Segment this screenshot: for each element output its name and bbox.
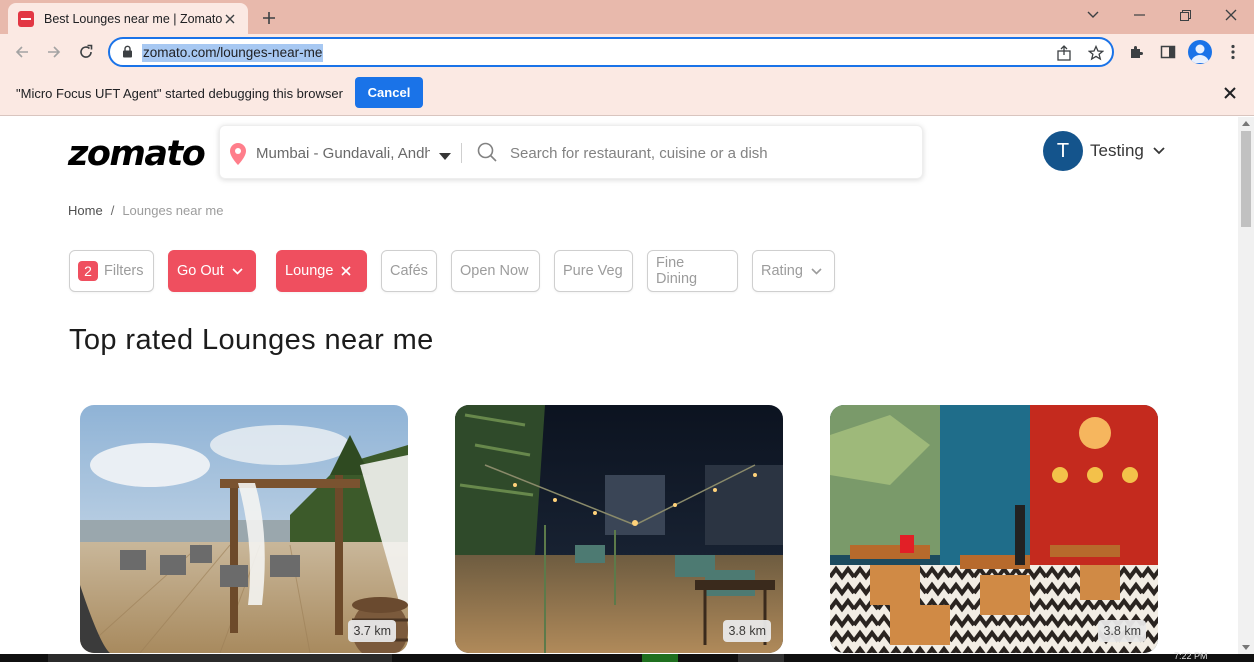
tab-title: Best Lounges near me | Zomato bbox=[44, 11, 222, 26]
restaurant-image[interactable] bbox=[455, 405, 783, 653]
search-divider bbox=[461, 143, 462, 163]
taskbar-item[interactable] bbox=[738, 654, 784, 662]
user-avatar[interactable]: T bbox=[1043, 131, 1083, 171]
browser-tab[interactable]: Best Lounges near me | Zomato bbox=[8, 3, 248, 34]
open-now-filter[interactable]: Open Now bbox=[451, 250, 540, 292]
search-bar: Mumbai - Gundavali, Andh bbox=[219, 125, 923, 179]
go-out-label: Go Out bbox=[177, 263, 224, 279]
debugging-message: "Micro Focus UFT Agent" started debuggin… bbox=[16, 86, 343, 101]
distance-badge: 3.8 km bbox=[723, 620, 771, 642]
user-menu-chevron-icon[interactable] bbox=[1153, 142, 1165, 160]
cafes-filter[interactable]: Cafés bbox=[381, 250, 437, 292]
tab-close-icon[interactable] bbox=[222, 11, 238, 27]
back-icon[interactable] bbox=[9, 39, 35, 65]
side-panel-icon[interactable] bbox=[1157, 41, 1179, 63]
restaurant-card[interactable]: 3.7 km bbox=[80, 405, 408, 653]
minimize-icon[interactable] bbox=[1116, 0, 1162, 30]
search-icon bbox=[477, 142, 497, 167]
breadcrumb: Home / Lounges near me bbox=[68, 203, 224, 218]
tab-search-chevron-icon[interactable] bbox=[1070, 0, 1116, 30]
breadcrumb-current: Lounges near me bbox=[122, 203, 224, 218]
window-close-icon[interactable] bbox=[1208, 0, 1254, 30]
browser-tab-strip: Best Lounges near me | Zomato bbox=[0, 0, 1254, 34]
breadcrumb-home-link[interactable]: Home bbox=[68, 203, 103, 218]
location-dropdown-icon[interactable] bbox=[439, 148, 451, 166]
location-pin-icon bbox=[230, 143, 246, 170]
filters-label: Filters bbox=[104, 263, 144, 279]
scroll-down-arrow-icon[interactable] bbox=[1242, 645, 1250, 650]
zomato-logo[interactable]: zomato bbox=[68, 134, 206, 174]
new-tab-icon[interactable] bbox=[258, 7, 280, 29]
restaurant-card[interactable]: 3.8 km bbox=[830, 405, 1158, 653]
debugging-infobar: "Micro Focus UFT Agent" started debuggin… bbox=[0, 70, 1254, 116]
filters-count-badge: 2 bbox=[78, 261, 98, 281]
pure-veg-label: Pure Veg bbox=[563, 263, 623, 279]
restaurant-card[interactable]: 3.8 km bbox=[455, 405, 783, 653]
go-out-filter[interactable]: Go Out bbox=[168, 250, 256, 292]
zomato-favicon-icon bbox=[18, 10, 34, 27]
user-name[interactable]: Testing bbox=[1090, 141, 1144, 161]
chrome-menu-icon[interactable] bbox=[1222, 41, 1244, 63]
fine-dining-filter[interactable]: Fine Dining bbox=[647, 250, 738, 292]
filters-button[interactable]: 2 Filters bbox=[69, 250, 154, 292]
bookmark-star-icon[interactable] bbox=[1087, 44, 1105, 62]
scroll-up-arrow-icon[interactable] bbox=[1242, 121, 1250, 126]
restaurant-image[interactable] bbox=[830, 405, 1158, 653]
cafes-label: Cafés bbox=[390, 263, 428, 279]
reload-icon[interactable] bbox=[73, 39, 99, 65]
url-text[interactable]: zomato.com/lounges-near-me bbox=[142, 44, 324, 62]
taskbar-item[interactable] bbox=[48, 654, 392, 662]
extensions-puzzle-icon[interactable] bbox=[1125, 41, 1147, 63]
rating-chevron-icon bbox=[811, 267, 822, 275]
restaurant-image[interactable] bbox=[80, 405, 408, 653]
profile-avatar-icon[interactable] bbox=[1188, 40, 1212, 64]
address-bar[interactable]: zomato.com/lounges-near-me bbox=[108, 37, 1114, 67]
lock-icon[interactable] bbox=[122, 45, 133, 63]
share-icon[interactable] bbox=[1055, 44, 1073, 62]
restore-icon[interactable] bbox=[1162, 0, 1208, 30]
page-scrollbar[interactable] bbox=[1238, 117, 1254, 654]
browser-toolbar: zomato.com/lounges-near-me bbox=[0, 34, 1254, 70]
go-out-chevron-icon bbox=[232, 267, 243, 275]
rating-filter[interactable]: Rating bbox=[752, 250, 835, 292]
search-input[interactable] bbox=[510, 139, 910, 167]
lounge-label: Lounge bbox=[285, 263, 334, 279]
user-menu[interactable]: T Testing bbox=[1043, 131, 1165, 171]
lounge-filter[interactable]: Lounge bbox=[276, 250, 367, 292]
os-taskbar: 7:22 PM bbox=[0, 651, 1254, 662]
cancel-debugging-button[interactable]: Cancel bbox=[355, 77, 423, 108]
page-title: Top rated Lounges near me bbox=[69, 324, 434, 356]
location-selector[interactable]: Mumbai - Gundavali, Andh bbox=[256, 145, 430, 162]
breadcrumb-separator: / bbox=[110, 203, 115, 218]
distance-badge: 3.8 km bbox=[1098, 620, 1146, 642]
rating-label: Rating bbox=[761, 263, 803, 279]
pure-veg-filter[interactable]: Pure Veg bbox=[554, 250, 633, 292]
taskbar-item[interactable] bbox=[642, 654, 678, 662]
lounge-remove-icon[interactable] bbox=[341, 266, 351, 276]
infobar-close-icon[interactable] bbox=[1221, 84, 1239, 102]
scrollbar-thumb[interactable] bbox=[1241, 131, 1251, 227]
distance-badge: 3.7 km bbox=[348, 620, 396, 642]
open-now-label: Open Now bbox=[460, 263, 529, 279]
web-page: zomato Mumbai - Gundavali, Andh T Testin… bbox=[0, 117, 1238, 654]
fine-dining-label: Fine Dining bbox=[656, 255, 698, 287]
forward-icon[interactable] bbox=[41, 39, 67, 65]
taskbar-clock: 7:22 PM bbox=[1174, 651, 1208, 661]
